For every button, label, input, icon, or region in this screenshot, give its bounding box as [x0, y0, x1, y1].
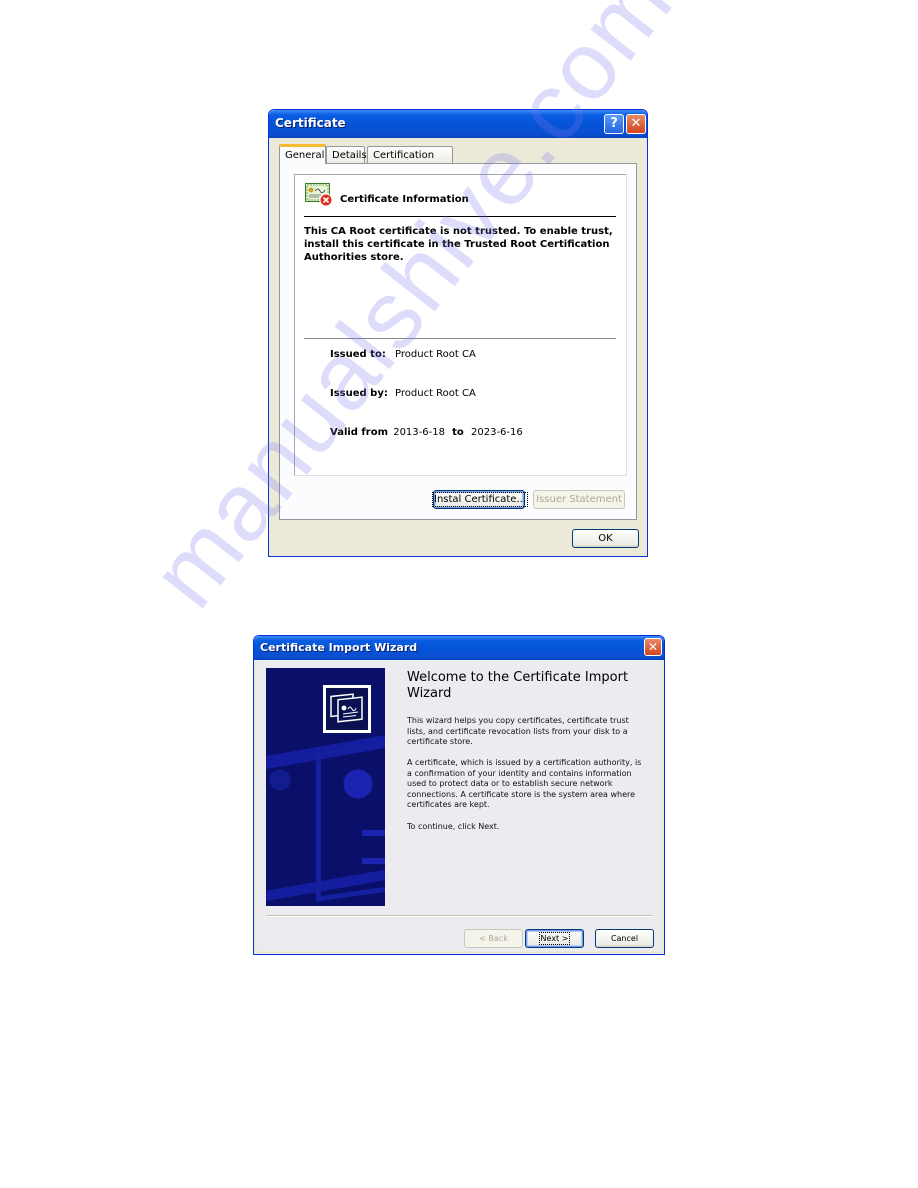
- issued-by-value: Product Root CA: [395, 388, 476, 399]
- wizard-dialog-title: Certificate Import Wizard: [260, 641, 418, 654]
- valid-from-value: 2013-6-18: [393, 427, 445, 438]
- next-button[interactable]: Next >: [525, 929, 584, 948]
- install-certificate-label: Instal Certificate...: [432, 492, 528, 507]
- issued-to-row: Issued to: Product Root CA: [330, 349, 476, 360]
- header-divider: [304, 216, 616, 217]
- certificate-dialog-title: Certificate: [275, 116, 346, 130]
- issuer-statement-button[interactable]: Issuer Statement: [533, 490, 625, 509]
- tab-details[interactable]: Details: [326, 146, 367, 163]
- help-button[interactable]: ?: [604, 114, 624, 134]
- certificate-titlebar[interactable]: Certificate ? ✕: [269, 110, 647, 138]
- banner-stripe: [362, 830, 385, 836]
- general-tab-panel: Certificate Information This CA Root cer…: [279, 163, 637, 520]
- wizard-titlebar[interactable]: Certificate Import Wizard ✕: [254, 636, 664, 660]
- wizard-intro-paragraph: This wizard helps you copy certificates,…: [407, 716, 629, 746]
- wizard-heading: Welcome to the Certificate Import Wizard: [407, 670, 629, 701]
- close-button[interactable]: ✕: [626, 114, 646, 134]
- issued-by-row: Issued by: Product Root CA: [330, 388, 476, 399]
- valid-to-value: 2023-6-16: [471, 427, 523, 438]
- wizard-body: Welcome to the Certificate Import Wizard…: [257, 660, 661, 951]
- details-divider: [304, 338, 616, 339]
- wizard-close-button[interactable]: ✕: [644, 638, 662, 656]
- close-icon: ✕: [647, 640, 659, 654]
- certificate-wizard-logo: [323, 685, 371, 733]
- wizard-button-divider: [266, 915, 652, 917]
- ok-button[interactable]: OK: [572, 529, 639, 548]
- wizard-continue-text: To continue, click Next.: [407, 822, 500, 831]
- valid-to-label: to: [452, 427, 464, 438]
- untrusted-warning-text: This CA Root certificate is not trusted.…: [304, 226, 613, 263]
- tab-certification-path[interactable]: Certification Path: [367, 146, 453, 178]
- issued-to-label: Issued to:: [330, 349, 386, 360]
- tab-general[interactable]: General: [279, 144, 326, 164]
- issued-by-label: Issued by:: [330, 388, 388, 399]
- banner-stripe: [362, 858, 385, 864]
- certificate-cards-icon: [330, 693, 363, 723]
- next-label: Next >: [538, 932, 571, 945]
- certificate-error-icon: [305, 183, 333, 207]
- wizard-definition-paragraph: A certificate, which is issued by a cert…: [407, 758, 642, 809]
- close-icon: ✕: [630, 116, 642, 131]
- install-certificate-button[interactable]: Instal Certificate...: [432, 490, 528, 509]
- certificate-dialog: Certificate ? ✕ General Details Certific…: [268, 109, 648, 557]
- question-icon: ?: [610, 116, 618, 131]
- banner-decoration: [316, 740, 385, 902]
- back-button[interactable]: < Back: [464, 929, 523, 948]
- certificate-import-wizard-dialog: Certificate Import Wizard ✕ Welcome to t…: [253, 635, 665, 955]
- certificate-information-box: Certificate Information This CA Root cer…: [294, 174, 627, 476]
- valid-from-label: Valid from: [330, 427, 389, 438]
- issued-to-value: Product Root CA: [395, 349, 476, 360]
- certificate-information-heading: Certificate Information: [340, 194, 469, 205]
- cancel-button[interactable]: Cancel: [595, 929, 654, 948]
- validity-row: Valid from 2013-6-18 to 2023-6-16: [330, 427, 523, 438]
- wizard-side-banner: [266, 668, 385, 906]
